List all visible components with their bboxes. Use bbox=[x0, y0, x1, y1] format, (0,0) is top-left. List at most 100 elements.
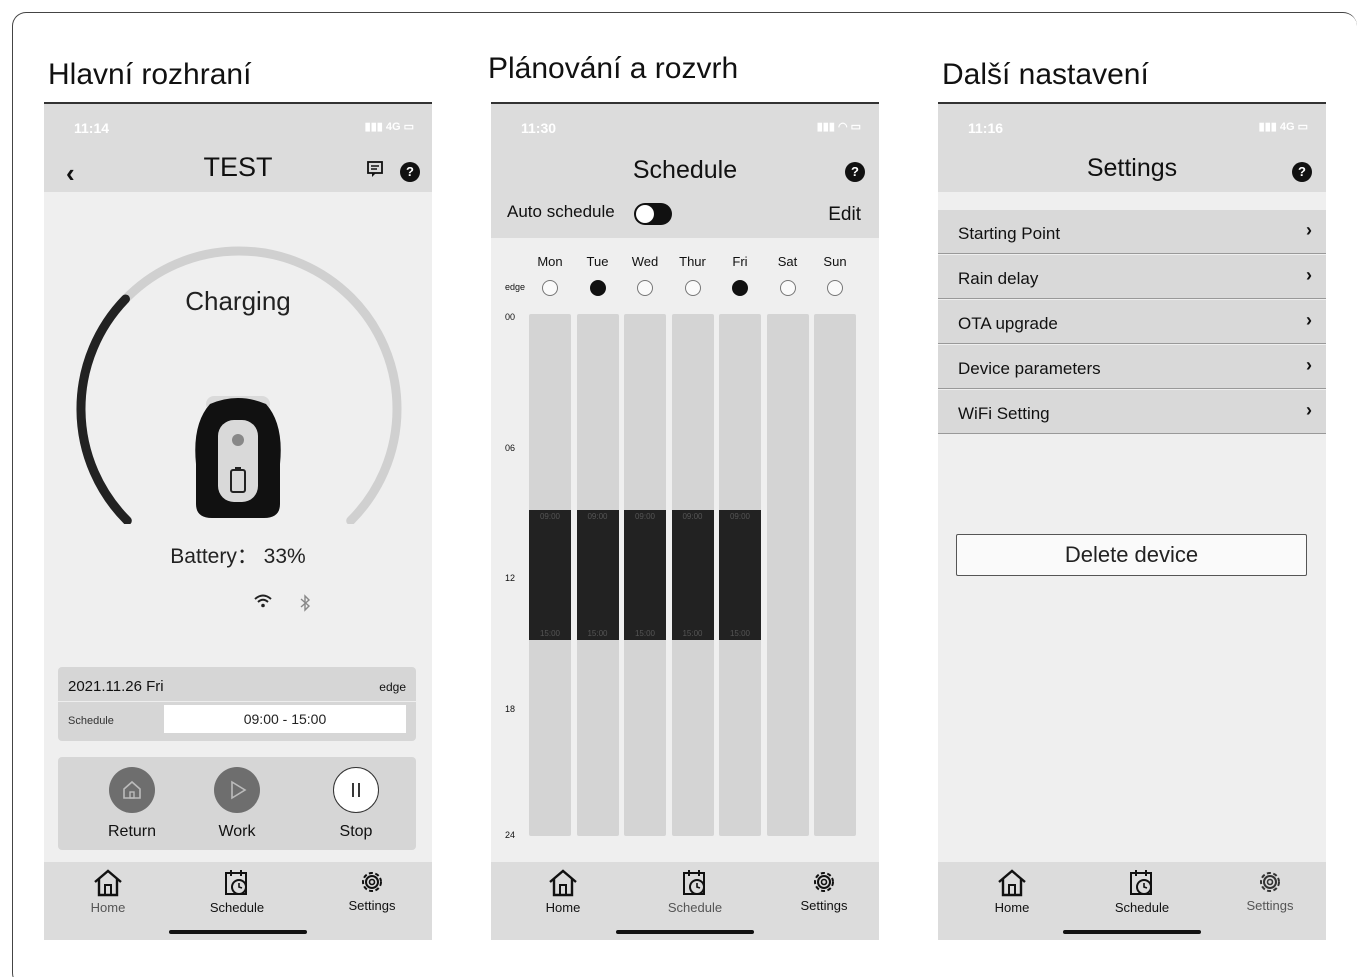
schedule-value: 09:00 - 15:00 bbox=[164, 705, 406, 733]
slot-start-time: 09:00 bbox=[682, 511, 703, 521]
question-icon: ? bbox=[1298, 164, 1306, 179]
schedule-info-card: 2021.11.26 Fri edge Schedule 09:00 - 15:… bbox=[58, 667, 416, 741]
signal-indicator: ▮▮▮ 4G ▭ bbox=[364, 121, 414, 133]
slot-start-time: 09:00 bbox=[634, 511, 656, 521]
work-button[interactable]: Work bbox=[197, 767, 277, 841]
stop-button[interactable]: Stop bbox=[316, 767, 396, 841]
auto-schedule-label: Auto schedule bbox=[507, 202, 615, 221]
tab-schedule-label: Schedule bbox=[209, 900, 265, 915]
menu-starting-point[interactable]: Starting Point › bbox=[938, 210, 1326, 254]
day-header: Thur bbox=[679, 254, 706, 269]
edge-radio[interactable] bbox=[684, 280, 701, 296]
day-header: Tue bbox=[586, 254, 609, 269]
tab-settings[interactable]: Settings bbox=[322, 868, 422, 913]
return-button[interactable]: Return bbox=[92, 767, 172, 841]
control-panel: Return Work Stop bbox=[58, 757, 416, 850]
home-icon bbox=[94, 869, 122, 897]
schedule-slot[interactable]: 09:00 15:00 bbox=[719, 509, 761, 641]
schedule-slot[interactable]: 09:00 15:00 bbox=[671, 509, 714, 641]
status-bar: 11:30 ▮▮▮ ◠ ▭ bbox=[491, 104, 879, 154]
app-bar: Settings ? bbox=[938, 154, 1326, 192]
wifi-icon bbox=[254, 594, 272, 613]
gear-icon bbox=[814, 872, 834, 892]
signal-indicator: ▮▮▮ 4G ▭ bbox=[1258, 121, 1308, 133]
schedule-slot[interactable]: 09:00 15:00 bbox=[576, 509, 619, 641]
schedule-slot[interactable]: 09:00 15:00 bbox=[624, 509, 666, 641]
auto-schedule-toggle[interactable] bbox=[634, 203, 672, 225]
home-indicator bbox=[616, 930, 754, 934]
calendar-clock-icon bbox=[225, 870, 247, 895]
edge-radio[interactable] bbox=[732, 280, 748, 296]
day-header: Sun bbox=[823, 254, 847, 269]
slot-start-time: 09:00 bbox=[587, 511, 608, 521]
divider bbox=[58, 701, 416, 702]
day-column[interactable] bbox=[814, 314, 856, 836]
gear-icon bbox=[1260, 872, 1280, 892]
edge-radio[interactable] bbox=[542, 280, 558, 296]
message-icon bbox=[367, 161, 383, 177]
calendar-clock-icon bbox=[683, 870, 705, 895]
day-header: Wed bbox=[631, 254, 659, 269]
slot-end-time: 15:00 bbox=[587, 629, 608, 639]
edge-radio[interactable] bbox=[637, 280, 653, 296]
edge-radio[interactable] bbox=[589, 280, 606, 296]
app-bar: Schedule ? bbox=[491, 154, 879, 192]
play-icon bbox=[231, 780, 247, 800]
slot-end-time: 15:00 bbox=[729, 629, 751, 639]
tab-home[interactable]: Home bbox=[962, 868, 1062, 915]
hour-label: 06 bbox=[505, 442, 516, 453]
chevron-right-icon: › bbox=[1306, 355, 1312, 375]
tab-home[interactable]: Home bbox=[58, 868, 158, 915]
tab-schedule[interactable]: Schedule bbox=[645, 868, 745, 915]
home-icon bbox=[549, 869, 577, 897]
schedule-slot[interactable]: 09:00 15:00 bbox=[529, 509, 571, 641]
caption-settings: Další nastavení bbox=[942, 58, 1149, 91]
chevron-right-icon: › bbox=[1306, 310, 1312, 330]
page-title: Schedule bbox=[632, 156, 738, 184]
schedule-label: Schedule bbox=[68, 715, 114, 727]
caption-main: Hlavní rozhraní bbox=[48, 58, 252, 91]
status-bar: 11:16 ▮▮▮ 4G ▭ bbox=[938, 104, 1326, 154]
question-icon: ? bbox=[851, 164, 859, 179]
signal-indicator: ▮▮▮ ◠ ▭ bbox=[816, 121, 861, 133]
tab-settings-label: Settings bbox=[1246, 898, 1294, 913]
help-button[interactable]: ? bbox=[845, 162, 865, 182]
menu-device-parameters[interactable]: Device parameters › bbox=[938, 345, 1326, 389]
menu-ota-upgrade[interactable]: OTA upgrade › bbox=[938, 300, 1326, 344]
calendar-clock-icon bbox=[1130, 870, 1152, 895]
gear-icon bbox=[362, 872, 382, 892]
slot-end-time: 15:00 bbox=[634, 629, 656, 639]
tab-home[interactable]: Home bbox=[513, 868, 613, 915]
slot-end-time: 15:00 bbox=[682, 629, 703, 639]
day-column[interactable] bbox=[766, 314, 809, 836]
home-indicator bbox=[1063, 930, 1201, 934]
chevron-right-icon: › bbox=[1306, 220, 1312, 240]
tab-schedule[interactable]: Schedule bbox=[187, 868, 287, 915]
slot-end-time: 15:00 bbox=[539, 629, 561, 639]
gauge-fill bbox=[76, 294, 132, 524]
menu-rain-delay[interactable]: Rain delay › bbox=[938, 255, 1326, 299]
home-indicator bbox=[169, 930, 307, 934]
edge-radio[interactable] bbox=[827, 280, 843, 296]
tab-settings[interactable]: Settings bbox=[774, 868, 874, 913]
tab-schedule[interactable]: Schedule bbox=[1092, 868, 1192, 915]
tab-settings[interactable]: Settings bbox=[1220, 868, 1320, 913]
edge-radio[interactable] bbox=[779, 280, 796, 296]
delete-device-button[interactable]: Delete device bbox=[956, 534, 1307, 576]
menu-wifi-setting[interactable]: WiFi Setting › bbox=[938, 390, 1326, 434]
pause-icon bbox=[352, 783, 360, 797]
tab-bar: Home Schedule Settings bbox=[491, 862, 879, 940]
edit-button[interactable]: Edit bbox=[828, 204, 861, 226]
help-button[interactable]: ? bbox=[1292, 162, 1312, 182]
mode-tag: edge bbox=[379, 680, 406, 694]
battery-level: Battery： 33% bbox=[170, 545, 306, 568]
tab-home-label: Home bbox=[545, 900, 581, 915]
hour-label: 18 bbox=[505, 703, 516, 714]
current-date: 2021.11.26 Fri bbox=[68, 678, 164, 695]
edge-row-label: edge bbox=[505, 282, 526, 292]
message-button[interactable] bbox=[366, 160, 384, 183]
question-icon: ? bbox=[406, 164, 414, 179]
caption-schedule: Plánování a rozvrh bbox=[488, 52, 739, 85]
help-button[interactable]: ? bbox=[400, 162, 420, 182]
mower-icon bbox=[195, 396, 281, 518]
